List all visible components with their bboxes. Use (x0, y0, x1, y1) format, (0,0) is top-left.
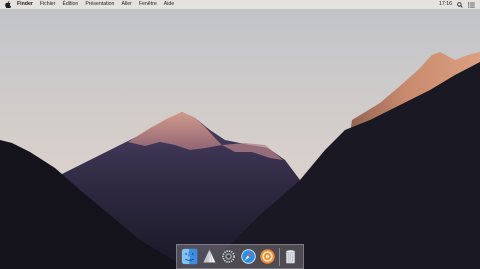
system-preferences-gear-icon (221, 249, 236, 264)
clock[interactable]: 17:16 (439, 0, 452, 9)
menu-app-finder[interactable]: Finder (17, 0, 33, 9)
dock-item-transmit[interactable] (201, 248, 218, 265)
dock-item-trash[interactable] (282, 248, 299, 265)
paper-sail-icon (203, 249, 215, 263)
dock (176, 244, 304, 269)
spotlight-search-icon[interactable] (457, 1, 463, 8)
menu-aide[interactable]: Aide (164, 0, 174, 9)
apple-menu-icon[interactable] (5, 1, 11, 8)
menu-aller[interactable]: Aller (121, 0, 131, 9)
finder-icon (181, 248, 198, 265)
notification-center-icon[interactable] (468, 1, 475, 8)
dock-item-target-app[interactable] (259, 248, 276, 265)
desktop[interactable]: Finder Fichier Édition Présentation Alle… (0, 0, 480, 269)
orange-target-icon (260, 249, 275, 264)
dock-item-safari[interactable] (240, 248, 257, 265)
dock-item-finder[interactable] (181, 248, 198, 265)
menu-fenetre[interactable]: Fenêtre (139, 0, 157, 9)
dock-item-system-preferences[interactable] (220, 248, 237, 265)
dock-separator (278, 247, 280, 266)
menu-bar: Finder Fichier Édition Présentation Alle… (0, 0, 480, 9)
menu-fichier[interactable]: Fichier (40, 0, 56, 9)
menu-presentation[interactable]: Présentation (85, 0, 114, 9)
wallpaper-mountains (0, 0, 480, 269)
trash-icon (285, 250, 296, 264)
menu-edition[interactable]: Édition (62, 0, 78, 9)
safari-compass-icon (240, 249, 256, 264)
